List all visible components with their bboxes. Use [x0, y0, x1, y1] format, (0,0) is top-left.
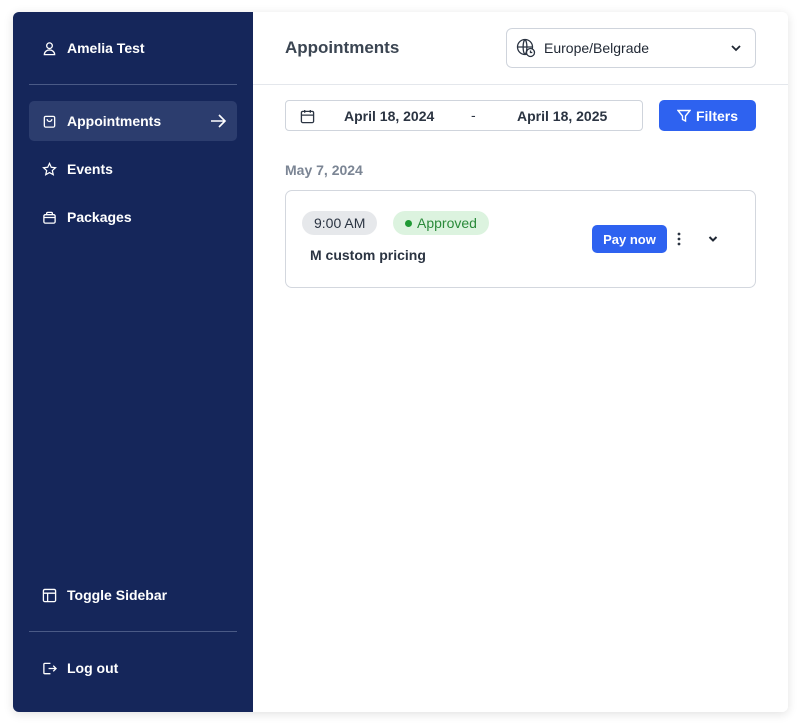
logout-icon — [41, 660, 57, 676]
filters-button[interactable]: Filters — [659, 100, 756, 131]
header: Appointments Europe/Belgrade — [253, 12, 788, 85]
user-icon — [41, 40, 57, 56]
sidebar-item-label: Appointments — [67, 113, 162, 129]
globe-clock-icon — [516, 38, 536, 58]
toggle-sidebar-button[interactable]: Toggle Sidebar — [29, 575, 237, 615]
timezone-select[interactable]: Europe/Belgrade — [506, 28, 756, 68]
date-group-heading: May 7, 2024 — [285, 162, 363, 178]
package-icon — [41, 209, 57, 225]
sidebar-item-packages[interactable]: Packages — [29, 197, 237, 237]
pay-now-button[interactable]: Pay now — [592, 225, 667, 253]
customer-panel: Amelia Test Appointments Events Packages — [13, 12, 788, 712]
date-to: April 18, 2025 — [517, 108, 608, 124]
toggle-sidebar-label: Toggle Sidebar — [67, 587, 168, 603]
main-content: Appointments Europe/Belgrade April 18, 2… — [253, 12, 788, 712]
sidebar: Amelia Test Appointments Events Packages — [13, 12, 253, 712]
filter-icon — [676, 109, 691, 123]
status-badge: Approved — [393, 211, 489, 235]
time-badge: 9:00 AM — [302, 211, 378, 235]
date-range-picker[interactable]: April 18, 2024 - April 18, 2025 — [285, 100, 643, 131]
page-title: Appointments — [285, 38, 400, 57]
arrow-right-icon — [209, 112, 227, 133]
sidebar-item-label: Packages — [67, 209, 132, 225]
sidebar-item-label: Events — [67, 161, 113, 177]
more-options-icon[interactable] — [672, 230, 686, 248]
sidebar-divider — [29, 84, 237, 85]
status-label: Approved — [417, 215, 477, 231]
status-dot — [405, 219, 412, 227]
sidebar-user[interactable]: Amelia Test — [29, 28, 237, 68]
sidebar-item-events[interactable]: Events — [29, 149, 237, 189]
shopping-bag-icon — [41, 113, 57, 129]
chevron-down-icon[interactable] — [706, 232, 720, 246]
layout-sidebar-icon — [41, 587, 57, 603]
sidebar-divider — [29, 631, 237, 632]
sidebar-user-label: Amelia Test — [67, 40, 145, 56]
filters-label: Filters — [695, 107, 738, 124]
timezone-value: Europe/Belgrade — [544, 40, 650, 56]
date-from: April 18, 2024 — [344, 108, 435, 124]
sidebar-item-appointments[interactable]: Appointments — [29, 101, 237, 141]
star-icon — [41, 161, 57, 177]
calendar-icon — [300, 109, 315, 124]
logout-button[interactable]: Log out — [29, 648, 237, 688]
date-separator: - — [471, 107, 476, 123]
appointment-card[interactable]: 9:00 AM Approved M custom pricing Pay no… — [285, 190, 756, 288]
logout-label: Log out — [67, 660, 119, 676]
service-name: M custom pricing — [310, 247, 426, 263]
chevron-down-icon — [729, 41, 743, 55]
